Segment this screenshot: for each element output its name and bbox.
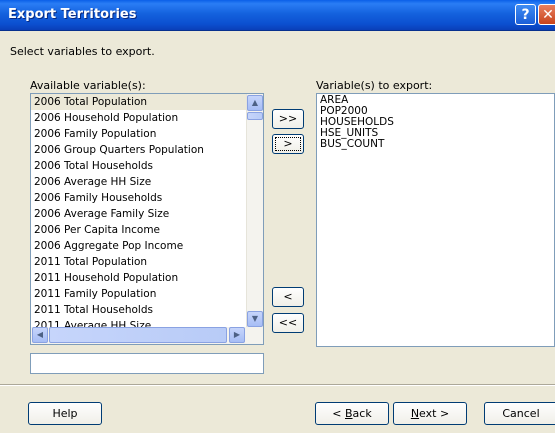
scroll-down-arrow-icon[interactable]: ▼ <box>247 311 263 327</box>
available-list-item[interactable]: 2011 Family Population <box>31 286 263 302</box>
export-label: Variable(s) to export: <box>316 79 433 92</box>
vertical-scrollbar[interactable]: ▲ ▼ <box>246 94 263 329</box>
remove-button[interactable]: < <box>272 287 304 307</box>
title-bar: Export Territories ? ✕ <box>0 0 555 31</box>
help-title-button[interactable]: ? <box>515 4 536 25</box>
available-list-item[interactable]: 2006 Average HH Size <box>31 174 263 190</box>
help-button[interactable]: Help <box>28 402 102 425</box>
available-list-item[interactable]: 2006 Household Population <box>31 110 263 126</box>
export-listbox[interactable]: AREA POP2000 HOUSEHOLDS HSE_UNITS BUS_COUNT <box>316 93 555 347</box>
horizontal-scrollbar[interactable]: ◀ ▶ <box>31 327 263 344</box>
available-list-item[interactable]: 2006 Family Households <box>31 190 263 206</box>
available-list-item[interactable]: 2006 Per Capita Income <box>31 222 263 238</box>
vertical-scroll-thumb[interactable] <box>247 112 263 120</box>
filter-input[interactable] <box>30 353 264 374</box>
next-button[interactable]: Next > <box>393 402 467 425</box>
export-rows: AREA POP2000 HOUSEHOLDS HSE_UNITS BUS_COUNT <box>317 94 554 150</box>
available-rows: 2006 Total Population 2006 Household Popu… <box>31 94 263 334</box>
available-list-item[interactable]: 2006 Aggregate Pop Income <box>31 238 263 254</box>
export-list-item[interactable]: BUS_COUNT <box>317 139 554 150</box>
footer-separator <box>0 384 555 386</box>
back-rest: ack <box>352 407 372 420</box>
instruction-text: Select variables to export. <box>10 45 155 58</box>
remove-all-button[interactable]: << <box>272 313 304 333</box>
add-all-button[interactable]: >> <box>272 109 304 129</box>
close-button[interactable]: ✕ <box>538 4 555 25</box>
cancel-button[interactable]: Cancel <box>484 402 555 425</box>
window-title: Export Territories <box>8 7 137 22</box>
available-list-item[interactable]: 2011 Total Households <box>31 302 263 318</box>
add-button[interactable]: > <box>272 134 304 154</box>
available-label: Available variable(s): <box>30 79 146 92</box>
available-list-item[interactable]: 2006 Total Households <box>31 158 263 174</box>
available-list-item[interactable]: 2011 Total Population <box>31 254 263 270</box>
horizontal-scroll-thumb[interactable] <box>49 327 227 343</box>
available-list-item[interactable]: 2006 Total Population <box>31 94 263 110</box>
scroll-left-arrow-icon[interactable]: ◀ <box>32 327 48 343</box>
scroll-up-arrow-icon[interactable]: ▲ <box>247 95 263 111</box>
back-button[interactable]: < Back <box>315 402 389 425</box>
back-mnemonic: B <box>345 407 353 420</box>
question-mark-icon: ? <box>521 7 530 23</box>
available-listbox[interactable]: 2006 Total Population 2006 Household Popu… <box>30 93 264 345</box>
next-mnemonic: N <box>410 407 420 420</box>
available-list-item[interactable]: 2006 Family Population <box>31 126 263 142</box>
next-rest: ext > <box>419 407 450 420</box>
available-list-item[interactable]: 2006 Group Quarters Population <box>31 142 263 158</box>
back-prefix: < <box>332 407 345 420</box>
close-icon: ✕ <box>542 7 554 23</box>
scroll-right-arrow-icon[interactable]: ▶ <box>229 327 245 343</box>
available-list-item[interactable]: 2006 Average Family Size <box>31 206 263 222</box>
available-list-item[interactable]: 2011 Household Population <box>31 270 263 286</box>
